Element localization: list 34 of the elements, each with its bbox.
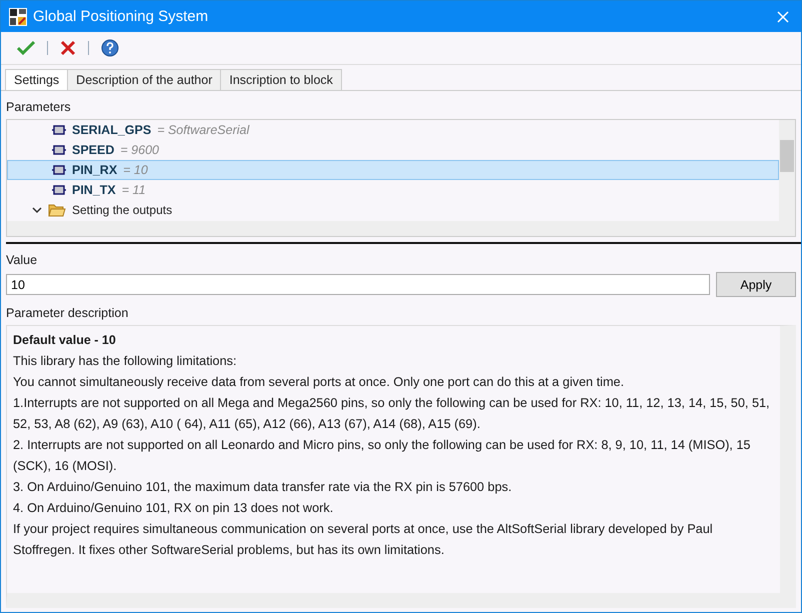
description-heading: Default value - 10	[13, 332, 117, 349]
tab[interactable]: Inscription to block	[220, 69, 342, 90]
help-icon[interactable]	[101, 39, 119, 57]
tree-item[interactable]: PIN_RX = 10	[7, 160, 779, 180]
folder-icon	[48, 203, 66, 217]
tree-item[interactable]: SERIAL_GPS = SoftwareSerial	[7, 120, 779, 140]
chevron-icon[interactable]	[32, 206, 42, 214]
checkmark-icon[interactable]	[17, 40, 35, 56]
description-text: If your project requires simultaneous communication on several ports at once, use the AltSoftSerial library developed by Paul Stoffregen. It fixes other SoftwareSerial problems, but has its own limitations.	[13, 521, 714, 559]
description-text: 2. Interrupts are not supported on all Leonardo and Micro pins, so only the following can be used for RX: 8, 9, 10, 11, 14 (MISO), 15 (SCK), 16 (MOSI).	[13, 437, 752, 475]
section-label: Value	[6, 252, 38, 269]
tab[interactable]: Description of the author	[67, 69, 222, 90]
section-label: Parameters	[6, 99, 72, 116]
tree-item[interactable]: SPEED = 9600	[7, 140, 779, 160]
window-title: Global Positioning System	[33, 8, 210, 25]
parameter-icon	[52, 185, 66, 195]
parameter-icon	[52, 145, 66, 155]
description-text: 3. On Arduino/Genuino 101, the maximum data transfer rate via the RX pin is 57600 bps.	[13, 479, 513, 496]
scrollbar[interactable]	[7, 221, 795, 236]
parameter-icon	[52, 165, 66, 175]
tree-item[interactable]: Setting the outputs	[7, 200, 779, 220]
tab[interactable]: Settings	[5, 69, 68, 90]
description-text: 4. On Arduino/Genuino 101, RX on pin 13 does not work.	[13, 500, 334, 517]
description-text: 1.Interrupts are not supported on all Mega and Mega2560 pins, so only the following can be used for RX: 10, 11, 12, 13, 14, 15, 50, 51, 52, 53, A8 (62), A9 (63), A10 ( 64), A11 (65), A12 (66), A13 (67), A14 (68), A15 (69).	[13, 395, 771, 433]
apply-button[interactable]: Apply	[716, 272, 796, 297]
section-label: Parameter description	[6, 305, 130, 322]
description-text: This library has the following limitations:	[13, 353, 238, 370]
close-icon[interactable]	[60, 40, 76, 56]
description-text: You cannot simultaneously receive data from several ports at once. Only one port can do this at a given time.	[13, 374, 625, 391]
app-icon	[9, 8, 27, 26]
value-field[interactable]: 10	[6, 274, 710, 295]
parameter-icon	[52, 125, 66, 135]
scrollbar[interactable]	[779, 120, 795, 221]
tree-item[interactable]: PIN_TX = 11	[7, 180, 779, 200]
